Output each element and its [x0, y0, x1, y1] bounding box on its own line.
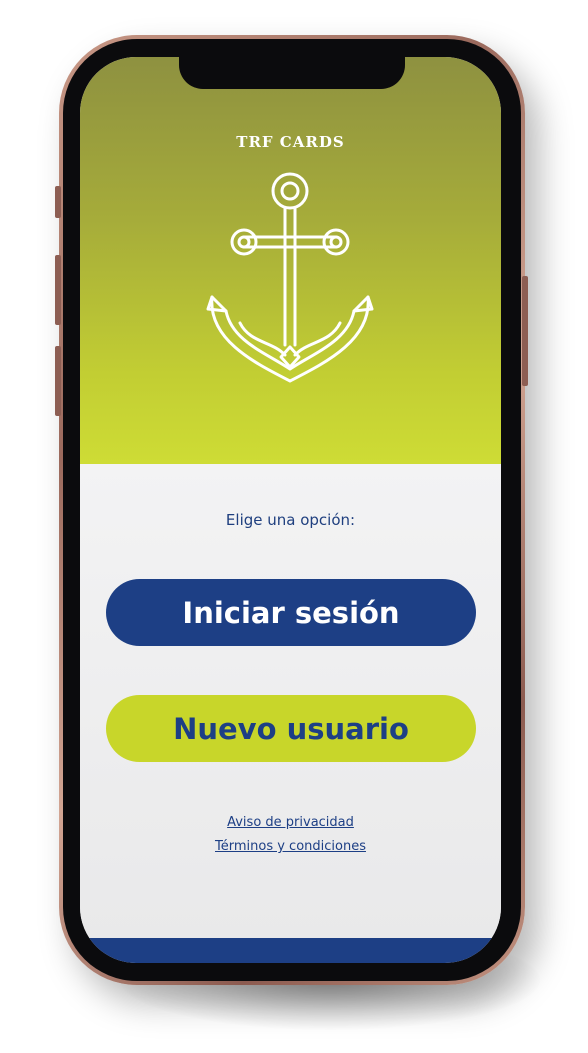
phone-notch [179, 57, 405, 89]
footer-bar [80, 938, 501, 963]
terms-conditions-link[interactable]: Términos y condiciones [80, 839, 501, 854]
side-button-volume-down [55, 346, 61, 416]
choose-option-label: Elige una opción: [225, 511, 356, 529]
side-button-power [522, 276, 528, 386]
side-button-volume-up [55, 255, 61, 325]
app-screen: TRF CARDS Elige una opción: Iniciar sesi… [80, 57, 501, 963]
brand-name: TRF CARDS [236, 133, 345, 151]
side-button-mute [55, 186, 61, 218]
hero-header: TRF CARDS [80, 57, 501, 464]
new-user-button[interactable]: Nuevo usuario [106, 695, 476, 762]
welcome-panel: Elige una opción: Iniciar sesión Nuevo u… [80, 464, 501, 938]
login-button[interactable]: Iniciar sesión [106, 579, 476, 646]
privacy-notice-link[interactable]: Aviso de privacidad [80, 815, 501, 830]
anchor-icon [206, 172, 374, 383]
